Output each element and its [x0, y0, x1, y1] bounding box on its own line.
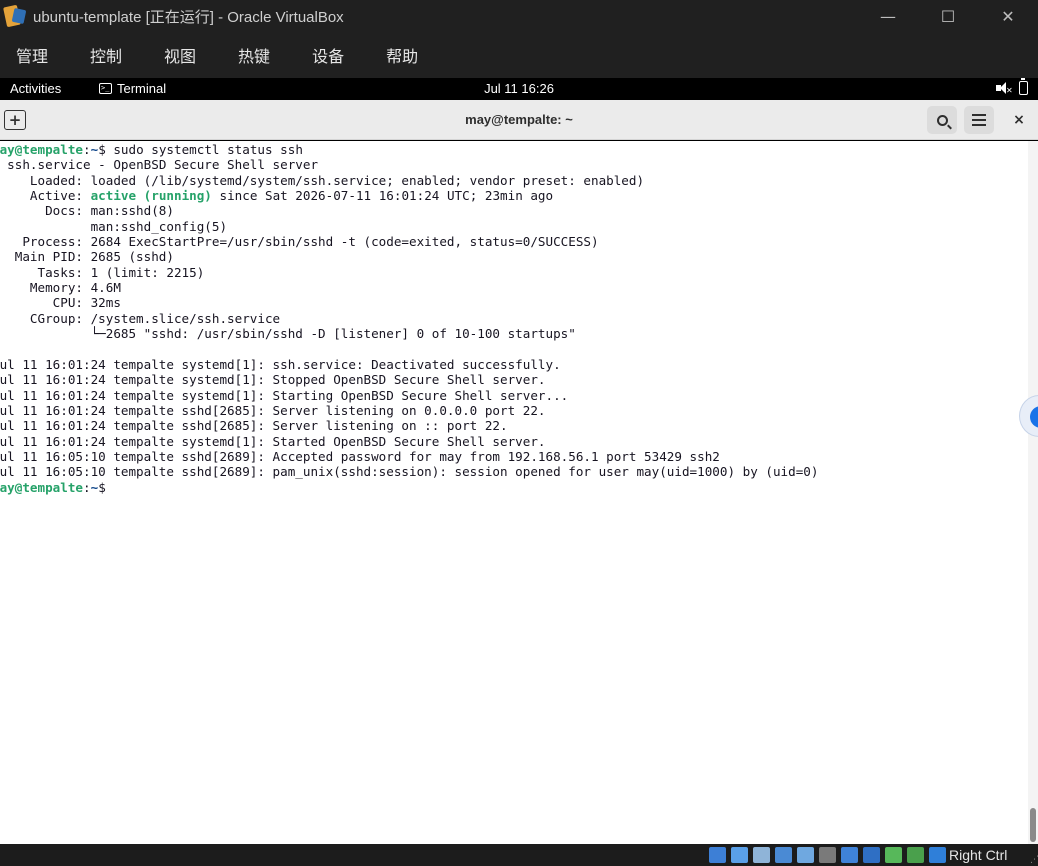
gnome-top-bar: Activities >_ Terminal Jul 11 16:26 ✕ [0, 78, 1038, 100]
terminal-line: may@tempalte:~$ sudo systemctl status ss… [0, 142, 303, 157]
menu-hotkeys[interactable]: 热键 [238, 43, 270, 67]
audio-icon[interactable] [753, 847, 770, 863]
clock[interactable]: Jul 11 16:26 [484, 81, 554, 96]
maximize-button[interactable]: ☐ [918, 0, 978, 32]
app-menu-label: Terminal [117, 81, 167, 96]
terminal-line: Jul 11 16:01:24 tempalte sshd[2685]: Ser… [0, 402, 546, 418]
guest-additions-icon[interactable] [885, 847, 902, 863]
terminal-line: Memory: 4.6M [0, 280, 121, 296]
terminal-line: CGroup: /system.slice/ssh.service [0, 310, 281, 326]
terminal-line: Loaded: loaded (/lib/systemd/system/ssh.… [0, 172, 645, 188]
scrollbar-thumb[interactable] [1030, 808, 1036, 842]
search-button[interactable] [927, 106, 957, 134]
minimize-button[interactable]: — [858, 0, 918, 32]
terminal-output[interactable]: may@tempalte:~$ sudo systemctl status ss… [0, 141, 1028, 844]
terminal-line: Jul 11 16:05:10 tempalte sshd[2689]: Acc… [0, 448, 720, 464]
new-tab-button[interactable]: + [4, 110, 26, 130]
cpu-icon[interactable] [907, 847, 924, 863]
system-tray[interactable]: ✕ [995, 78, 1028, 95]
terminal-line: Jul 11 16:01:24 tempalte systemd[1]: ssh… [0, 356, 561, 372]
terminal-line: Main PID: 2685 (sshd) [0, 249, 174, 265]
vbox-status-bar: Right Ctrl ⋰ [0, 844, 1038, 866]
volume-muted-icon: ✕ [995, 81, 1013, 95]
hard-disk-icon[interactable] [709, 847, 726, 863]
hamburger-menu-button[interactable] [964, 106, 994, 134]
terminal-line: Jul 11 16:01:24 tempalte systemd[1]: Sto… [0, 372, 546, 388]
host-key-label: Right Ctrl [949, 847, 1008, 863]
menu-control[interactable]: 控制 [90, 43, 122, 67]
menu-devices[interactable]: 设备 [312, 43, 344, 67]
terminal-line: ● ssh.service - OpenBSD Secure Shell ser… [7, 157, 319, 173]
virtualbox-logo-icon [3, 4, 27, 28]
window-title: ubuntu-template [正在运行] - Oracle VirtualB… [33, 8, 344, 26]
status-indicators [704, 847, 946, 863]
mouse-integration-icon[interactable] [929, 847, 946, 863]
terminal-line: Docs: man:sshd(8) [0, 203, 174, 219]
terminal-scrollbar[interactable] [1028, 141, 1038, 844]
activities-button[interactable]: Activities [10, 81, 61, 96]
usb-icon[interactable] [797, 847, 814, 863]
terminal-line: man:sshd_config(5) [0, 218, 228, 234]
optical-drive-icon[interactable] [731, 847, 748, 863]
terminal-line: Tasks: 1 (limit: 2215) [0, 264, 205, 280]
hamburger-icon [972, 114, 986, 126]
terminal-header-bar: + may@tempalte: ~ [0, 100, 1038, 140]
recording-icon[interactable] [863, 847, 880, 863]
menu-machine[interactable]: 管理 [16, 43, 48, 67]
network-icon[interactable] [775, 847, 792, 863]
terminal-text: may@tempalte:~$ sudo systemctl status ss… [0, 142, 818, 495]
terminal-line: CPU: 32ms [0, 295, 121, 311]
close-terminal-button[interactable]: × [1008, 110, 1030, 130]
shared-folders-icon[interactable] [819, 847, 836, 863]
terminal-line: Jul 11 16:01:24 tempalte systemd[1]: Sta… [0, 433, 546, 449]
vbox-title-bar: ubuntu-template [正在运行] - Oracle VirtualB… [0, 0, 1038, 32]
menu-view[interactable]: 视图 [164, 43, 196, 67]
app-menu-terminal[interactable]: >_ Terminal [99, 81, 166, 96]
terminal-line: Jul 11 16:01:24 tempalte systemd[1]: Sta… [0, 387, 569, 403]
vbox-menubar: 管理 控制 视图 热键 设备 帮助 [0, 32, 1038, 78]
search-icon [936, 114, 948, 126]
terminal-title: may@tempalte: ~ [465, 112, 573, 127]
terminal-line: Jul 11 16:01:24 tempalte sshd[2685]: Ser… [0, 418, 508, 434]
window-controls: — ☐ ✕ [858, 0, 1038, 32]
terminal-line: Process: 2684 ExecStartPre=/usr/sbin/ssh… [0, 234, 599, 250]
menu-help[interactable]: 帮助 [386, 43, 418, 67]
display-icon[interactable] [841, 847, 858, 863]
terminal-line: may@tempalte:~$ [0, 479, 114, 495]
terminal-line: Active: active (running) since Sat 2026-… [0, 188, 554, 204]
terminal-icon: >_ [99, 83, 112, 94]
battery-icon [1019, 78, 1028, 95]
close-window-button[interactable]: ✕ [978, 0, 1038, 32]
resize-grip-icon[interactable]: ⋰ [1030, 855, 1038, 865]
terminal-line: Jul 11 16:05:10 tempalte sshd[2689]: pam… [0, 464, 819, 480]
terminal-line: └─2685 "sshd: /usr/sbin/sshd -D [listene… [0, 326, 576, 342]
